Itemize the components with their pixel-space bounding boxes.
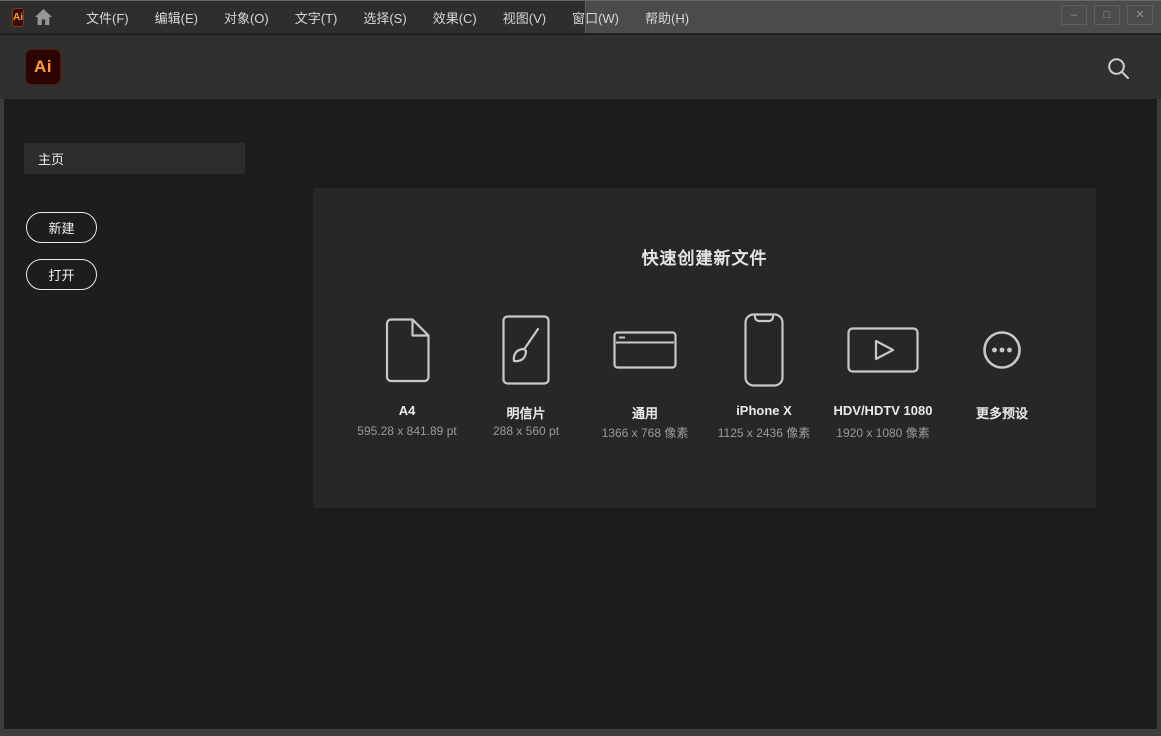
sidebar-item-home[interactable]: 主页 [24, 143, 245, 174]
preset-iphone-x-iconbox [744, 305, 784, 395]
preset-iphone-x-dims: 1125 x 2436 像素 [717, 426, 811, 440]
preset-postcard-dims: 288 x 560 pt [492, 424, 560, 438]
preset-a4[interactable]: A4 595.28 x 841.89 pt [348, 305, 467, 441]
home-screen: 主页 新建 打开 快速创建新文件 A4 595.28 x 841.89 pt 明… [0, 99, 1161, 736]
window-controls: – □ ✕ [1061, 5, 1153, 25]
menu-type[interactable]: 文字(T) [282, 1, 351, 33]
app-header: Ai [0, 35, 1161, 99]
search-button[interactable] [1106, 56, 1130, 80]
maximize-icon: □ [1103, 8, 1111, 21]
quick-start-title: 快速创建新文件 [641, 249, 768, 268]
preset-web[interactable]: 通用 1366 x 768 像素 [586, 305, 705, 441]
preset-postcard-name: 明信片 [506, 406, 546, 421]
preset-row: A4 595.28 x 841.89 pt 明信片 288 x 560 pt 通… [313, 305, 1096, 441]
quick-start-panel: 快速创建新文件 A4 595.28 x 841.89 pt 明信片 288 x … [313, 188, 1096, 508]
close-icon: ✕ [1135, 8, 1145, 21]
preset-hdtv-iconbox [847, 305, 919, 395]
minimize-button[interactable]: – [1061, 5, 1087, 25]
preset-web-name: 通用 [631, 406, 658, 421]
document-icon [385, 317, 430, 382]
preset-hdtv[interactable]: HDV/HDTV 1080 1920 x 1080 像素 [824, 305, 943, 441]
preset-more-name: 更多预设 [975, 406, 1028, 421]
preset-iphone-x[interactable]: iPhone X 1125 x 2436 像素 [705, 305, 824, 441]
browser-window-icon [613, 331, 677, 369]
illustrator-logo: Ai [25, 49, 61, 85]
maximize-button[interactable]: □ [1094, 5, 1120, 25]
menu-view[interactable]: 视图(V) [490, 1, 559, 33]
preset-postcard-iconbox [502, 305, 550, 395]
menu-help[interactable]: 帮助(H) [632, 1, 702, 33]
home-icon [34, 8, 53, 26]
search-icon [1107, 57, 1129, 79]
ellipsis-circle-icon [983, 331, 1021, 369]
app-icon-small-label: Ai [13, 11, 23, 23]
phone-icon [744, 313, 784, 387]
preset-a4-iconbox [384, 305, 430, 395]
postcard-brush-icon [502, 315, 550, 385]
new-button-label: 新建 [48, 221, 75, 236]
preset-iphone-x-name: iPhone X [736, 403, 792, 418]
preset-a4-dims: 595.28 x 841.89 pt [357, 424, 457, 438]
menu-window[interactable]: 窗口(W) [559, 1, 632, 33]
preset-a4-name: A4 [398, 403, 416, 418]
preset-hdtv-name: HDV/HDTV 1080 [833, 403, 933, 418]
video-play-icon [847, 327, 919, 373]
open-button[interactable]: 打开 [26, 259, 97, 290]
new-button[interactable]: 新建 [26, 212, 97, 243]
title-bar: Ai 文件(F) 编辑(E) 对象(O) 文字(T) 选择(S) 效果(C) 视… [0, 0, 1161, 34]
menu-select[interactable]: 选择(S) [350, 1, 419, 33]
preset-more[interactable]: 更多预设 [943, 305, 1062, 441]
home-button[interactable] [34, 6, 53, 28]
menu-edit[interactable]: 编辑(E) [142, 1, 211, 33]
close-button[interactable]: ✕ [1127, 5, 1153, 25]
preset-hdtv-dims: 1920 x 1080 像素 [836, 426, 930, 440]
menu-effect[interactable]: 效果(C) [420, 1, 490, 33]
menu-object[interactable]: 对象(O) [211, 1, 282, 33]
sidebar-home-label: 主页 [38, 152, 65, 167]
minimize-icon: – [1070, 8, 1078, 21]
open-button-label: 打开 [48, 268, 75, 283]
preset-web-dims: 1366 x 768 像素 [601, 426, 689, 440]
preset-web-iconbox [613, 305, 677, 395]
preset-more-iconbox [982, 305, 1022, 395]
app-icon-small: Ai [12, 7, 24, 27]
preset-postcard[interactable]: 明信片 288 x 560 pt [467, 305, 586, 441]
menu-file[interactable]: 文件(F) [73, 1, 142, 33]
illustrator-logo-label: Ai [34, 57, 52, 76]
menu-bar: Ai 文件(F) 编辑(E) 对象(O) 文字(T) 选择(S) 效果(C) 视… [0, 1, 689, 33]
